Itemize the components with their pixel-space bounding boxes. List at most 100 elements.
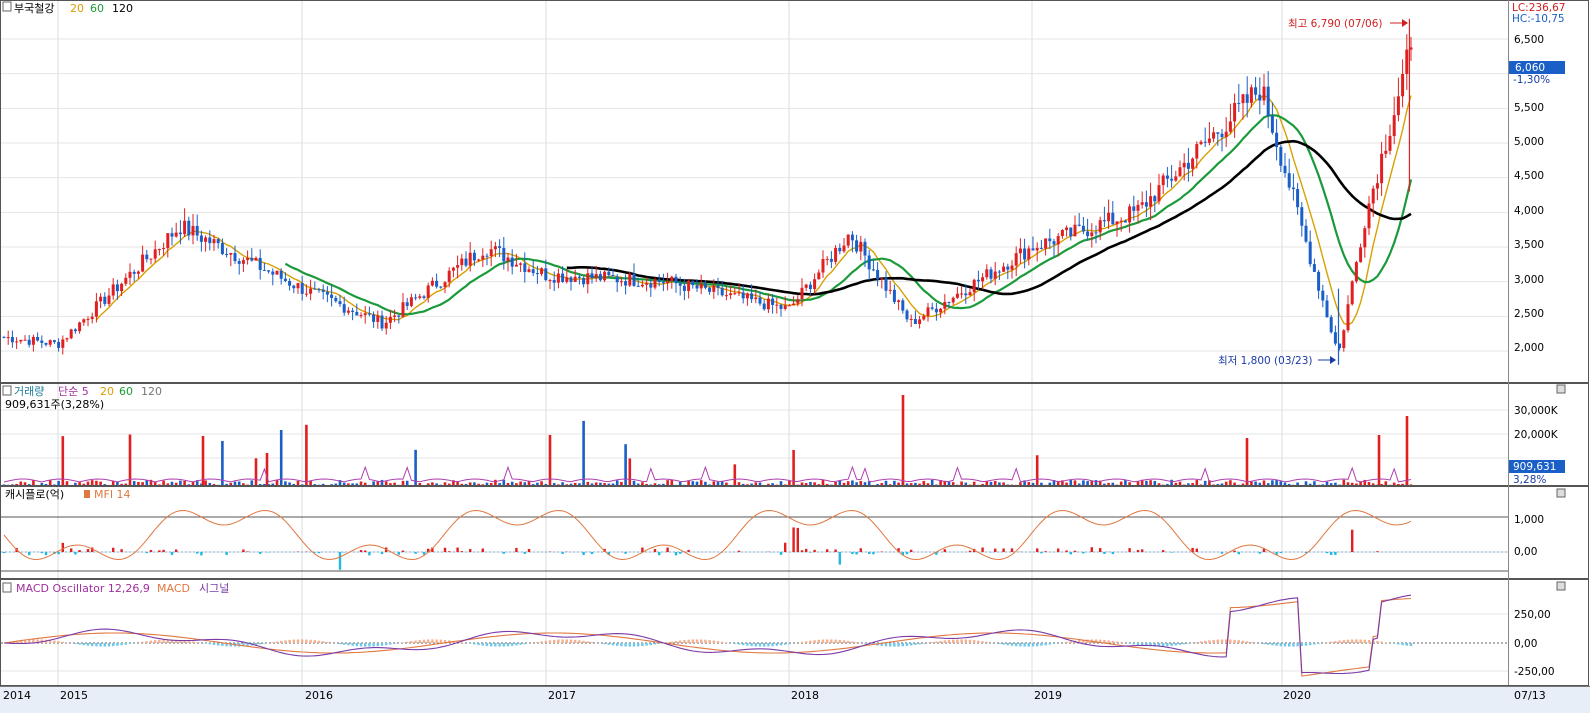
volume-bar <box>608 484 611 485</box>
candle-body <box>683 286 686 291</box>
candle-body <box>32 337 35 345</box>
volume-bar <box>230 483 233 485</box>
macd-osc-bar <box>1305 643 1307 646</box>
cashflow-bar <box>1082 552 1084 553</box>
candle-body <box>931 307 934 308</box>
volume-bar <box>1372 483 1375 485</box>
macd-osc-bar <box>188 641 190 643</box>
cashflow-bar <box>1170 552 1172 553</box>
candle-body <box>721 288 724 295</box>
macd-osc-bar <box>574 640 576 643</box>
volume-pane-toggle[interactable] <box>1557 385 1565 393</box>
candle-body <box>1036 248 1039 251</box>
candle-body <box>1292 188 1295 190</box>
macd-osc-bar <box>1019 643 1021 646</box>
volume-bar <box>1267 483 1270 485</box>
volume-bar <box>713 481 716 485</box>
macd-osc-bar <box>1326 642 1328 643</box>
volume-bar <box>595 482 598 485</box>
candle-body <box>61 339 64 347</box>
volume-bar <box>330 484 333 485</box>
macd-osc-bar <box>839 640 841 643</box>
candle-body <box>838 248 841 251</box>
candle-body <box>893 290 896 302</box>
volume-bar <box>15 484 18 485</box>
macd-osc-bar <box>939 641 941 643</box>
macd-osc-bar <box>1271 643 1273 645</box>
candle-body <box>738 292 741 293</box>
macd-pane-toggle[interactable] <box>1557 582 1565 590</box>
volume-bar <box>1204 481 1207 485</box>
volume-bar <box>734 464 737 485</box>
candle-body <box>523 263 526 272</box>
volume-title[interactable]: 거래량 <box>14 385 44 398</box>
cashflow-bar <box>994 549 996 552</box>
volume-bar <box>1397 484 1400 485</box>
macd-osc-bar <box>885 643 887 646</box>
candle-body <box>1250 87 1253 103</box>
macd-osc-bar <box>95 643 97 646</box>
macd-osc-bar <box>910 643 912 646</box>
volume-bar <box>1313 481 1316 485</box>
candle-body <box>532 269 535 273</box>
cashflow-bar <box>444 548 446 552</box>
macd-osc-bar <box>822 640 824 643</box>
macd-osc-bar <box>1401 643 1403 645</box>
volume-bar <box>519 481 522 485</box>
candle-body <box>906 311 909 320</box>
macd-osc-bar <box>125 643 127 645</box>
candle-body <box>276 271 279 275</box>
macd-osc-bar <box>1347 640 1349 643</box>
cashflow-bar <box>515 548 517 552</box>
cashflow-bar <box>826 549 828 552</box>
candle-body <box>145 255 148 260</box>
candle-body <box>935 309 938 313</box>
macd-osc-bar <box>948 640 950 643</box>
macd-osc-bar <box>1120 642 1122 643</box>
candle-body <box>1116 222 1119 225</box>
macd-osc-bar <box>889 643 891 647</box>
macd-osc-bar <box>120 643 122 645</box>
candle-body <box>998 272 1001 273</box>
macd-osc-bar <box>918 643 920 644</box>
macd-osc-bar <box>683 640 685 643</box>
volume-bar <box>1355 483 1358 485</box>
cashflow-bar <box>1070 552 1072 554</box>
cashflow-bar <box>146 552 148 553</box>
macd-osc-bar <box>566 639 568 643</box>
macd-osc-bar <box>658 643 660 644</box>
cashflow-bar <box>944 549 946 552</box>
macd-osc-bar <box>112 643 114 646</box>
cashflow-bar <box>679 552 681 554</box>
volume-bar <box>948 482 951 485</box>
candle-body <box>7 337 10 338</box>
candle-body <box>670 277 673 281</box>
candle-body <box>229 253 232 255</box>
candle-body <box>897 300 900 302</box>
volume-bar <box>1242 484 1245 485</box>
candle-body <box>641 285 644 286</box>
volume-bar <box>1410 484 1413 485</box>
cashflow-pane-toggle[interactable] <box>1557 489 1565 497</box>
cashflow-bar <box>641 548 643 552</box>
stock-name[interactable]: 부국철강 <box>14 2 54 15</box>
cashflow-title[interactable]: 캐시플로(억) <box>5 488 64 501</box>
macd-osc-bar <box>1288 643 1290 647</box>
macd-osc-bar <box>847 641 849 643</box>
macd-osc-bar <box>1284 643 1286 646</box>
candle-body <box>1355 262 1358 281</box>
cashflow-bar <box>41 552 43 553</box>
volume-bar <box>431 482 434 485</box>
macd-osc-bar <box>1406 643 1408 646</box>
macd-osc-title[interactable]: MACD Oscillator 12,26,9 <box>16 582 150 595</box>
candle-body <box>1376 183 1379 188</box>
macd-osc-bar <box>515 643 517 645</box>
macd-osc-bar <box>616 643 618 646</box>
macd-osc-bar <box>561 639 563 643</box>
macd-osc-bar <box>473 643 475 644</box>
volume-bar <box>843 483 846 485</box>
volume-bar <box>549 435 552 485</box>
candle-body <box>809 285 812 289</box>
macd-osc-bar <box>154 640 156 643</box>
volume-bar <box>41 483 44 485</box>
